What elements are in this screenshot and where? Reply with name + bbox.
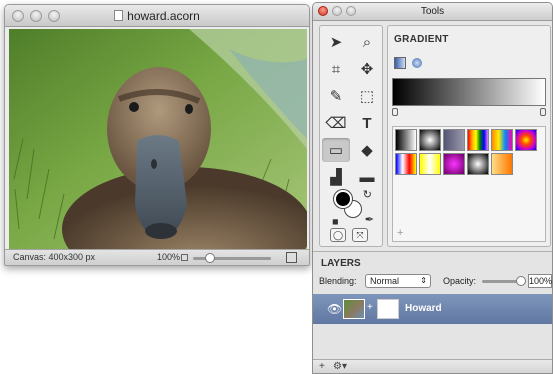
gradient-tool-icon[interactable]: ▭ <box>322 138 350 162</box>
preset-swatch[interactable] <box>491 129 513 151</box>
zoom-in-icon[interactable] <box>286 252 297 263</box>
tools-close-button[interactable] <box>318 6 328 16</box>
color-wells: ↻ ◼ ✒ <box>330 186 374 226</box>
toolbox: ➤ ⌕ ⌗ ✥ ✎ ⬚ ⌫ T ▭ ◆ ▟ ▬ ↻ ◼ ✒ ◯ ⤧ <box>319 25 383 247</box>
tools-window-title: Tools <box>420 6 445 17</box>
preset-swatch[interactable] <box>467 153 489 175</box>
tools-zoom-button[interactable] <box>346 6 356 16</box>
eye-icon[interactable]: 👁 <box>327 302 342 316</box>
select-arrow-icon[interactable]: ➤ <box>322 30 350 54</box>
layer-row[interactable]: 👁 + Howard <box>313 294 552 324</box>
preset-swatch[interactable] <box>419 153 441 175</box>
tools-window: Tools ➤ ⌕ ⌗ ✥ ✎ ⬚ ⌫ T ▭ ◆ ▟ ▬ ↻ ◼ ✒ ◯ ⤧ … <box>312 2 553 374</box>
linear-gradient-icon[interactable] <box>394 57 406 69</box>
tools-titlebar[interactable]: Tools <box>313 3 552 21</box>
blending-select[interactable]: Normal ⇕ <box>365 274 431 288</box>
add-preset-button[interactable]: + <box>397 227 403 239</box>
window-title: howard.acorn <box>5 9 309 23</box>
marquee-icon[interactable]: ⬚ <box>353 84 381 108</box>
gradient-panel-title: GRADIENT <box>394 34 449 45</box>
zoom-out-icon[interactable] <box>181 254 188 261</box>
crop-icon[interactable]: ⌗ <box>322 57 350 81</box>
gradient-preview-bar[interactable] <box>392 78 546 106</box>
blending-value: Normal <box>370 276 400 286</box>
layer-name[interactable]: Howard <box>405 303 442 314</box>
bucket-icon[interactable]: ◆ <box>353 138 381 162</box>
gradient-panel: GRADIENT + <box>387 25 551 247</box>
document-icon <box>114 10 124 21</box>
gradient-stop-start[interactable] <box>392 108 398 116</box>
preset-swatch[interactable] <box>419 129 441 151</box>
image-window-titlebar[interactable]: howard.acorn <box>5 5 309 27</box>
duck-photo <box>9 29 307 251</box>
layers-title: LAYERS <box>321 258 361 269</box>
opacity-field[interactable]: 100% <box>528 274 552 288</box>
preset-swatch[interactable] <box>443 129 465 151</box>
status-bar: Canvas: 400x300 px 100% <box>5 249 309 265</box>
tools-minimize-button[interactable] <box>332 6 342 16</box>
layers-panel: LAYERS Blending: Normal ⇕ Opacity: 100% … <box>313 251 552 373</box>
layer-mask-thumbnail[interactable] <box>377 299 399 319</box>
link-icon: + <box>367 302 373 313</box>
foreground-color-well[interactable] <box>334 190 352 208</box>
image-canvas[interactable] <box>9 29 307 251</box>
radial-gradient-icon[interactable] <box>412 58 422 68</box>
swap-colors-icon[interactable]: ↻ <box>363 188 372 201</box>
select-arrows-icon: ⇕ <box>420 276 427 285</box>
move-icon[interactable]: ✥ <box>353 57 381 81</box>
blending-label: Blending: <box>319 276 357 286</box>
preset-swatch[interactable] <box>467 129 489 151</box>
preset-swatch[interactable] <box>395 129 417 151</box>
preset-swatch[interactable] <box>491 153 513 175</box>
layer-thumbnail <box>343 299 365 319</box>
text-icon[interactable]: T <box>353 111 381 135</box>
gradient-stop-end[interactable] <box>540 108 546 116</box>
fullscreen-icon[interactable]: ⤧ <box>352 228 368 242</box>
gear-icon[interactable]: ⚙▾ <box>333 361 347 372</box>
eyedropper-icon[interactable]: ✒ <box>365 213 374 226</box>
zoom-icon[interactable]: ⌕ <box>353 30 381 54</box>
preset-swatch[interactable] <box>515 129 537 151</box>
zoom-level[interactable]: 100% <box>157 252 180 262</box>
preset-swatch[interactable] <box>443 153 465 175</box>
window-title-text: howard.acorn <box>127 9 200 23</box>
image-window: howard.acorn Canvas: 400x300 px 100% <box>4 4 310 266</box>
brush-icon[interactable]: ✎ <box>322 84 350 108</box>
quick-mask-icon[interactable]: ◯ <box>330 228 346 242</box>
opacity-slider-knob[interactable] <box>516 276 526 286</box>
layers-footer: + ⚙▾ <box>313 359 552 373</box>
opacity-label: Opacity: <box>443 276 477 286</box>
preset-swatch[interactable] <box>395 153 417 175</box>
add-layer-button[interactable]: + <box>319 361 325 372</box>
gradient-presets: + <box>392 126 546 242</box>
eraser-icon[interactable]: ⌫ <box>322 111 350 135</box>
reset-colors-icon[interactable]: ◼ <box>332 217 339 226</box>
zoom-slider-knob[interactable] <box>205 253 215 263</box>
canvas-size-label: Canvas: 400x300 px <box>13 252 96 262</box>
